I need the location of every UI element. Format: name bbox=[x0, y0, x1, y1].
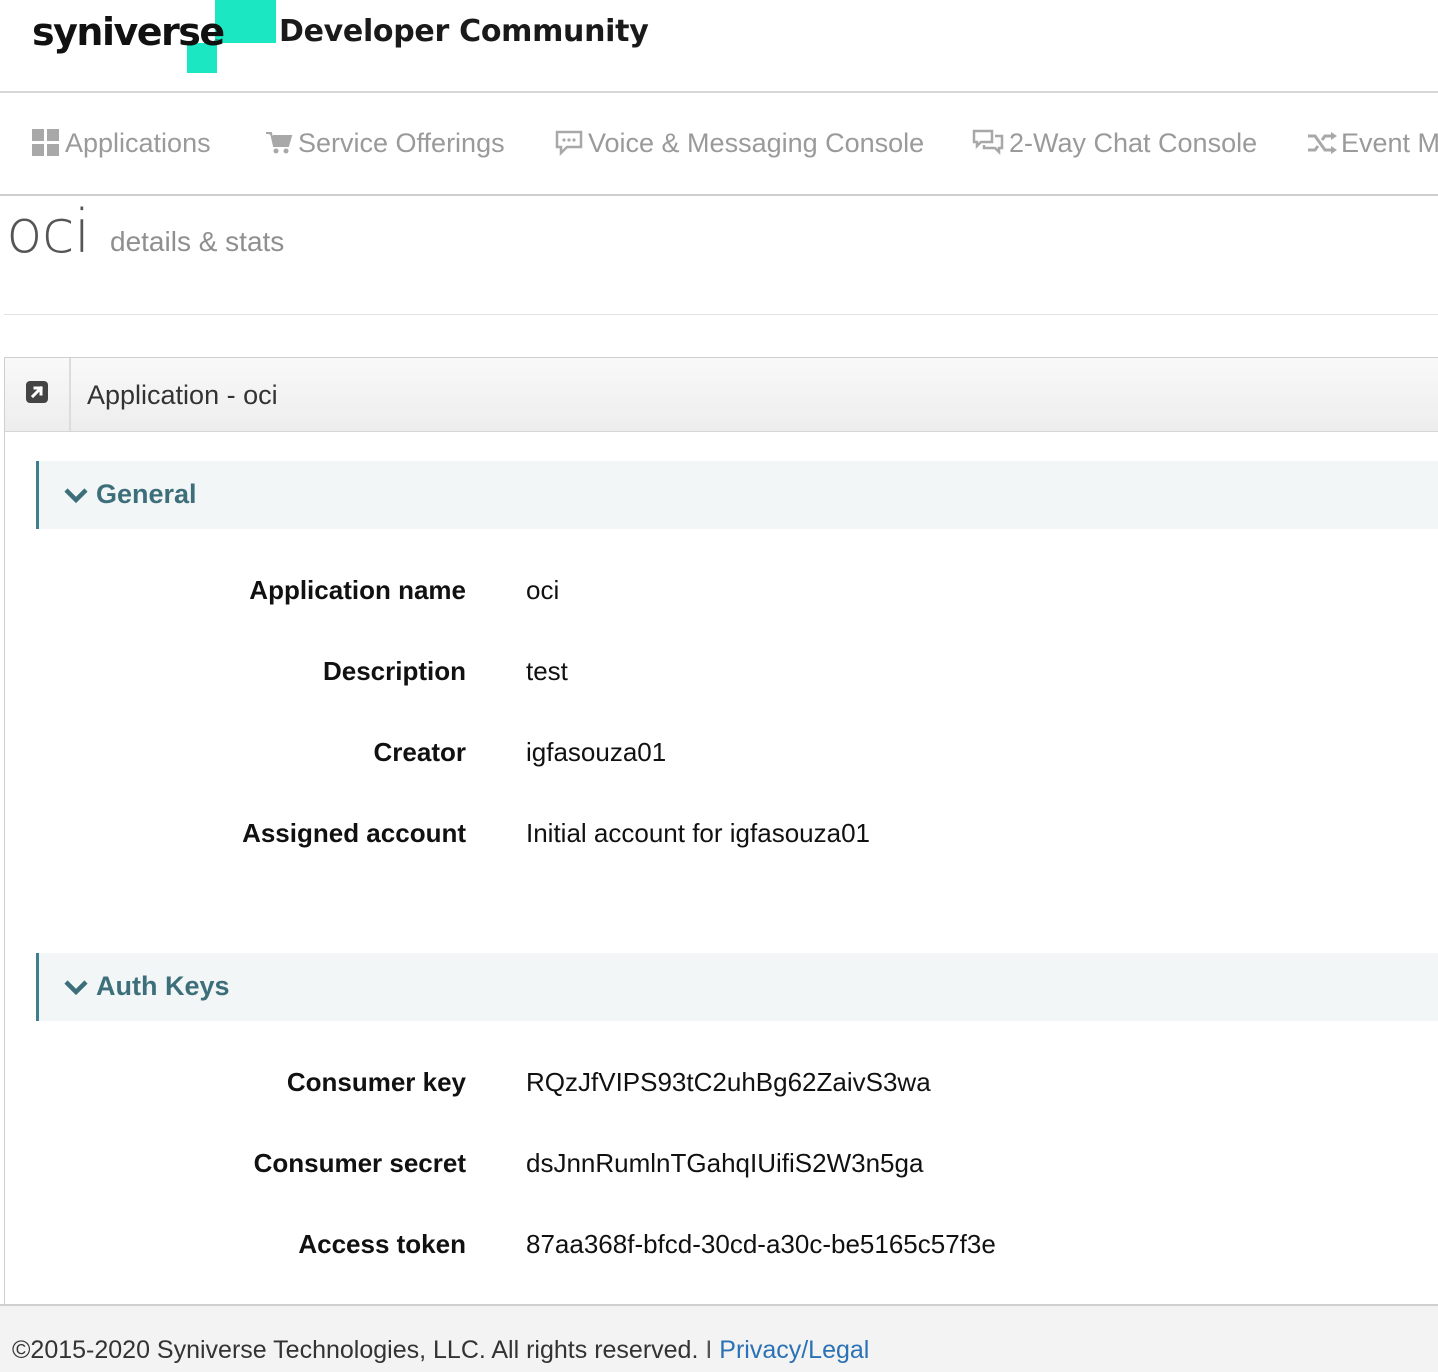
detail-label: Assigned account bbox=[242, 818, 466, 848]
shuffle-icon bbox=[1307, 131, 1339, 155]
comments-icon bbox=[972, 129, 1004, 157]
panel-header: Application - oci bbox=[5, 358, 1438, 432]
logo-mark-square bbox=[215, 0, 276, 43]
app-name-heading: oci bbox=[6, 197, 90, 267]
detail-label: Access token bbox=[298, 1229, 466, 1259]
nav-item-service-offerings[interactable]: Service Offerings bbox=[265, 125, 505, 161]
detail-value: dsJnnRumlnTGahqIUifiS2W3n5ga bbox=[526, 1148, 924, 1178]
external-link-icon bbox=[25, 380, 49, 409]
detail-row-consumer-key: Consumer key RQzJfVIPS93tC2uhBg62ZaivS3w… bbox=[5, 1063, 1438, 1103]
detail-value: test bbox=[526, 656, 568, 686]
logo-text: syniverse bbox=[32, 10, 225, 54]
detail-label: Consumer key bbox=[286, 1067, 466, 1097]
nav-label: Voice & Messaging Console bbox=[588, 127, 925, 158]
footer-text: ©2015-2020 Syniverse Technologies, LLC. … bbox=[12, 1336, 869, 1365]
page-subtitle: details & stats bbox=[110, 226, 285, 257]
section-title-text: General bbox=[96, 479, 197, 509]
detail-label: Application name bbox=[249, 575, 466, 605]
section-title: Auth Keys bbox=[63, 971, 230, 1002]
site-title[interactable]: Developer Community bbox=[279, 12, 649, 52]
copyright-text: ©2015-2020 Syniverse Technologies, LLC. … bbox=[12, 1336, 699, 1364]
detail-value: oci bbox=[526, 575, 560, 605]
detail-value: Initial account for igfasouza01 bbox=[526, 818, 870, 848]
detail-row-description: Description test bbox=[5, 652, 1438, 692]
grid-icon bbox=[32, 129, 60, 157]
panel-icon-cell[interactable] bbox=[5, 358, 71, 431]
nav-label: Event M bbox=[1341, 127, 1438, 158]
nav-item-voice-messaging-console[interactable]: Voice & Messaging Console bbox=[555, 125, 924, 161]
nav-item-applications[interactable]: Applications bbox=[32, 125, 211, 161]
detail-label: Consumer secret bbox=[253, 1148, 466, 1178]
cart-icon bbox=[265, 130, 293, 156]
nav-item-2way-chat-console[interactable]: 2-Way Chat Console bbox=[972, 125, 1257, 161]
detail-label: Creator bbox=[373, 737, 466, 767]
nav-item-event-manager[interactable]: Event M bbox=[1307, 125, 1438, 161]
panel-title: Application - oci bbox=[87, 380, 278, 410]
chevron-down-icon bbox=[64, 487, 88, 503]
detail-row-creator: Creator igfasouza01 bbox=[5, 733, 1438, 773]
comment-icon bbox=[555, 130, 583, 156]
privacy-legal-link[interactable]: Privacy/Legal bbox=[719, 1336, 869, 1364]
section-auth-keys-header[interactable]: Auth Keys bbox=[36, 953, 1438, 1021]
section-general-header[interactable]: General bbox=[36, 461, 1438, 529]
nav-label: 2-Way Chat Console bbox=[1009, 127, 1258, 158]
nav-label: Applications bbox=[65, 127, 211, 158]
section-title: General bbox=[63, 479, 197, 510]
section-title-text: Auth Keys bbox=[96, 971, 230, 1001]
main-nav: Applications Service Offerings Voice & M… bbox=[0, 93, 1438, 196]
detail-value: RQzJfVIPS93tC2uhBg62ZaivS3wa bbox=[526, 1067, 931, 1097]
detail-value: 87aa368f-bfcd-30cd-a30c-be5165c57f3e bbox=[526, 1229, 996, 1259]
detail-row-assigned-account: Assigned account Initial account for igf… bbox=[5, 814, 1438, 854]
detail-row-application-name: Application name oci bbox=[5, 571, 1438, 611]
detail-row-access-token: Access token 87aa368f-bfcd-30cd-a30c-be5… bbox=[5, 1225, 1438, 1265]
detail-label: Description bbox=[322, 656, 466, 686]
nav-label: Service Offerings bbox=[298, 127, 505, 158]
detail-value: igfasouza01 bbox=[526, 737, 667, 767]
application-panel: Application - oci General Application na… bbox=[4, 357, 1438, 1307]
site-footer: ©2015-2020 Syniverse Technologies, LLC. … bbox=[0, 1304, 1438, 1372]
detail-row-consumer-secret: Consumer secret dsJnnRumlnTGahqIUifiS2W3… bbox=[5, 1144, 1438, 1184]
site-header: syniverse ® Developer Community bbox=[0, 0, 1438, 93]
syniverse-logo[interactable]: syniverse ® bbox=[32, 0, 276, 75]
footer-separator: I bbox=[705, 1336, 713, 1364]
registered-mark: ® bbox=[214, 38, 220, 47]
chevron-down-icon bbox=[64, 979, 88, 995]
divider bbox=[4, 314, 1438, 315]
